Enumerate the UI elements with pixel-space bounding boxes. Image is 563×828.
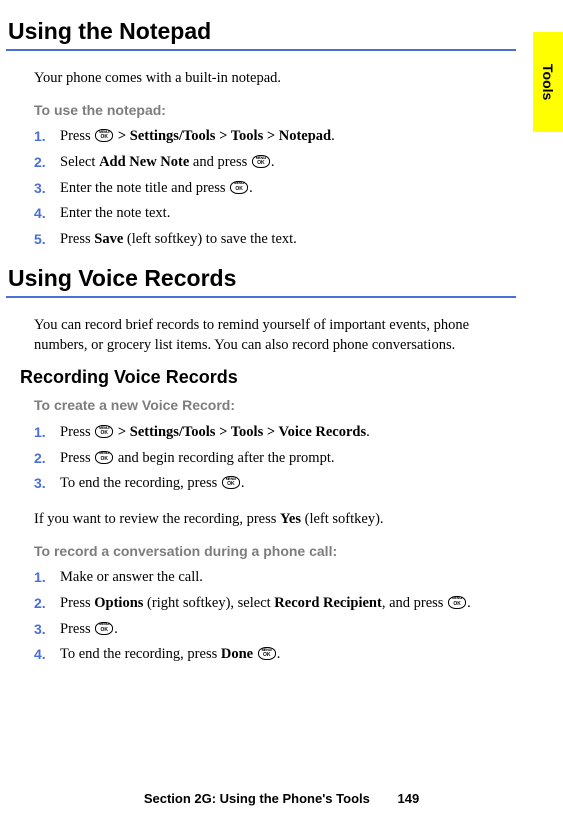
step-number: 2.	[34, 153, 46, 172]
step-number: 3.	[34, 474, 46, 493]
intro-notepad: Your phone comes with a built-in notepad…	[34, 69, 503, 89]
heading-voice-records: Using Voice Records	[6, 265, 533, 292]
step: 5. Press Save (left softkey) to save the…	[60, 230, 503, 250]
voice-records-block: You can record brief records to remind y…	[6, 316, 533, 355]
divider	[6, 49, 516, 51]
review-line: If you want to review the recording, pre…	[34, 510, 503, 530]
step: 1. Make or answer the call.	[60, 568, 503, 588]
intro-voice-records: You can record brief records to remind y…	[34, 316, 503, 355]
create-voice-record-block: To create a new Voice Record: 1. Press >…	[6, 396, 533, 664]
leadin-create-voice-record: To create a new Voice Record:	[34, 396, 503, 415]
step: 1. Press > Settings/Tools > Tools > Note…	[60, 127, 503, 147]
step: 1. Press > Settings/Tools > Tools > Voic…	[60, 423, 503, 443]
steps-notepad: 1. Press > Settings/Tools > Tools > Note…	[34, 127, 503, 249]
footer-section-label: Section 2G: Using the Phone's Tools	[144, 791, 370, 806]
step: 3. Press .	[60, 620, 503, 640]
heading-using-notepad: Using the Notepad	[6, 18, 533, 45]
menu-ok-icon	[230, 181, 248, 194]
footer-page-number: 149	[397, 791, 419, 806]
step-number: 3.	[34, 179, 46, 198]
step-number: 1.	[34, 423, 46, 442]
page-content: Using the Notepad Your phone comes with …	[0, 0, 563, 665]
menu-ok-icon	[95, 622, 113, 635]
step: 4. Enter the note text.	[60, 204, 503, 224]
step-number: 4.	[34, 645, 46, 664]
step-number: 1.	[34, 127, 46, 146]
divider	[6, 296, 516, 298]
steps-record-conversation: 1. Make or answer the call. 2. Press Opt…	[34, 568, 503, 664]
notepad-block: Your phone comes with a built-in notepad…	[6, 69, 533, 249]
step: 3. To end the recording, press .	[60, 474, 503, 494]
step: 4. To end the recording, press Done .	[60, 645, 503, 665]
menu-ok-icon	[252, 155, 270, 168]
step-number: 2.	[34, 449, 46, 468]
steps-create-voice-record: 1. Press > Settings/Tools > Tools > Voic…	[34, 423, 503, 494]
step-number: 5.	[34, 230, 46, 249]
step-number: 3.	[34, 620, 46, 639]
leadin-use-notepad: To use the notepad:	[34, 101, 503, 120]
menu-ok-icon	[448, 596, 466, 609]
step: 2. Press and begin recording after the p…	[60, 449, 503, 469]
menu-ok-icon	[95, 129, 113, 142]
menu-ok-icon	[95, 451, 113, 464]
page-footer: Section 2G: Using the Phone's Tools 149	[0, 791, 563, 806]
menu-ok-icon	[95, 425, 113, 438]
step-number: 1.	[34, 568, 46, 587]
step-number: 2.	[34, 594, 46, 613]
leadin-record-conversation: To record a conversation during a phone …	[34, 542, 503, 561]
subheading-recording-voice-records: Recording Voice Records	[20, 367, 533, 388]
menu-ok-icon	[222, 476, 240, 489]
step: 3. Enter the note title and press .	[60, 179, 503, 199]
step-number: 4.	[34, 204, 46, 223]
menu-ok-icon	[258, 647, 276, 660]
step: 2. Press Options (right softkey), select…	[60, 594, 503, 614]
step: 2. Select Add New Note and press .	[60, 153, 503, 173]
